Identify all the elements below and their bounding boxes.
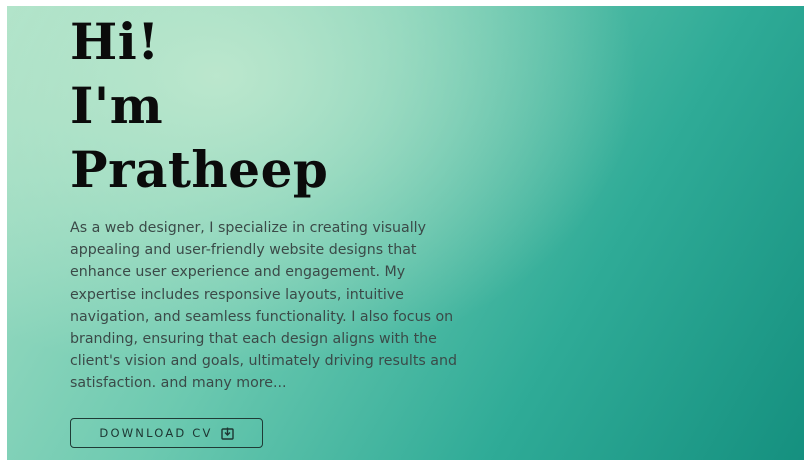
hero-heading: Hi! I'm Pratheep [70,10,328,202]
greeting-line-1: Hi! [70,12,160,71]
hero-section: Hi! I'm Pratheep As a web designer, I sp… [7,6,804,460]
download-cv-label: DOWNLOAD CV [99,426,213,440]
download-cv-button[interactable]: DOWNLOAD CV [70,418,263,448]
download-icon [220,427,234,440]
greeting-line-2: I'm [70,76,164,135]
hero-name: Pratheep [70,140,329,199]
hero-description: As a web designer, I specialize in creat… [70,220,458,392]
